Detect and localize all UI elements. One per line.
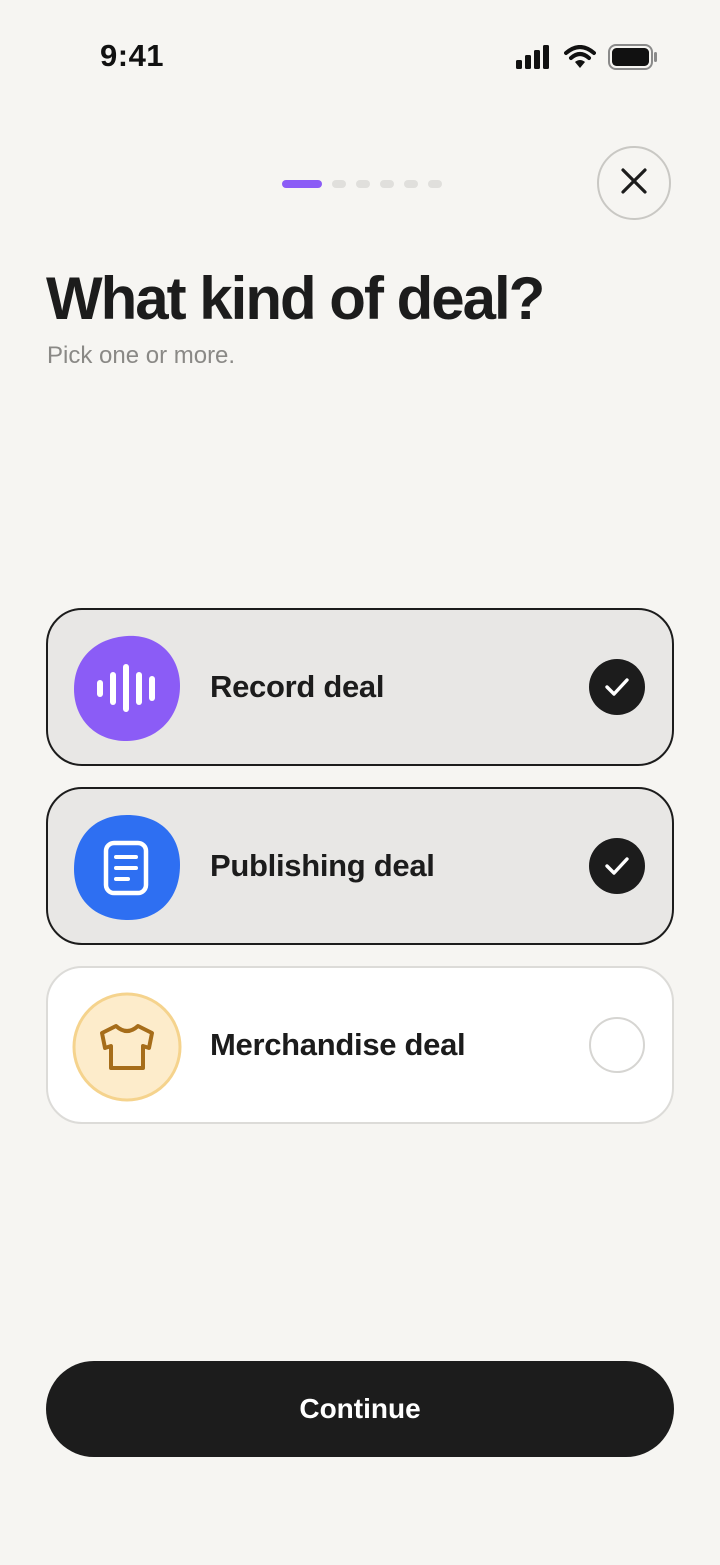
progress-step [380,180,394,188]
option-publishing-deal[interactable]: Publishing deal [46,787,674,945]
status-time: 9:41 [100,38,165,73]
step-progress-indicator [282,180,442,188]
checkbox-checked[interactable] [589,659,645,715]
option-merchandise-deal[interactable]: Merchandise deal [46,966,674,1124]
checkmark-icon [605,678,629,696]
continue-button[interactable]: Continue [46,1361,674,1457]
close-icon [620,167,648,200]
option-label: Record deal [210,669,385,704]
option-record-deal[interactable]: Record deal [46,608,674,766]
status-icons [516,44,658,75]
option-label: Merchandise deal [210,1027,466,1062]
checkmark-icon [605,857,629,875]
page-subtitle: Pick one or more. [47,342,236,369]
progress-step [332,180,346,188]
cellular-signal-icon [516,45,552,74]
t-shirt-icon [72,992,182,1102]
status-bar: 9:41 [0,0,720,110]
progress-step [428,180,442,188]
close-button[interactable] [597,146,671,220]
progress-step-active [282,180,322,188]
page-title: What kind of deal? [46,265,545,332]
audio-waveform-icon [72,634,182,744]
wifi-icon [564,45,596,74]
progress-step [404,180,418,188]
progress-step [356,180,370,188]
checkbox-unchecked[interactable] [589,1017,645,1073]
document-icon [72,813,182,923]
checkbox-checked[interactable] [589,838,645,894]
option-label: Publishing deal [210,848,435,883]
battery-icon [608,44,658,75]
